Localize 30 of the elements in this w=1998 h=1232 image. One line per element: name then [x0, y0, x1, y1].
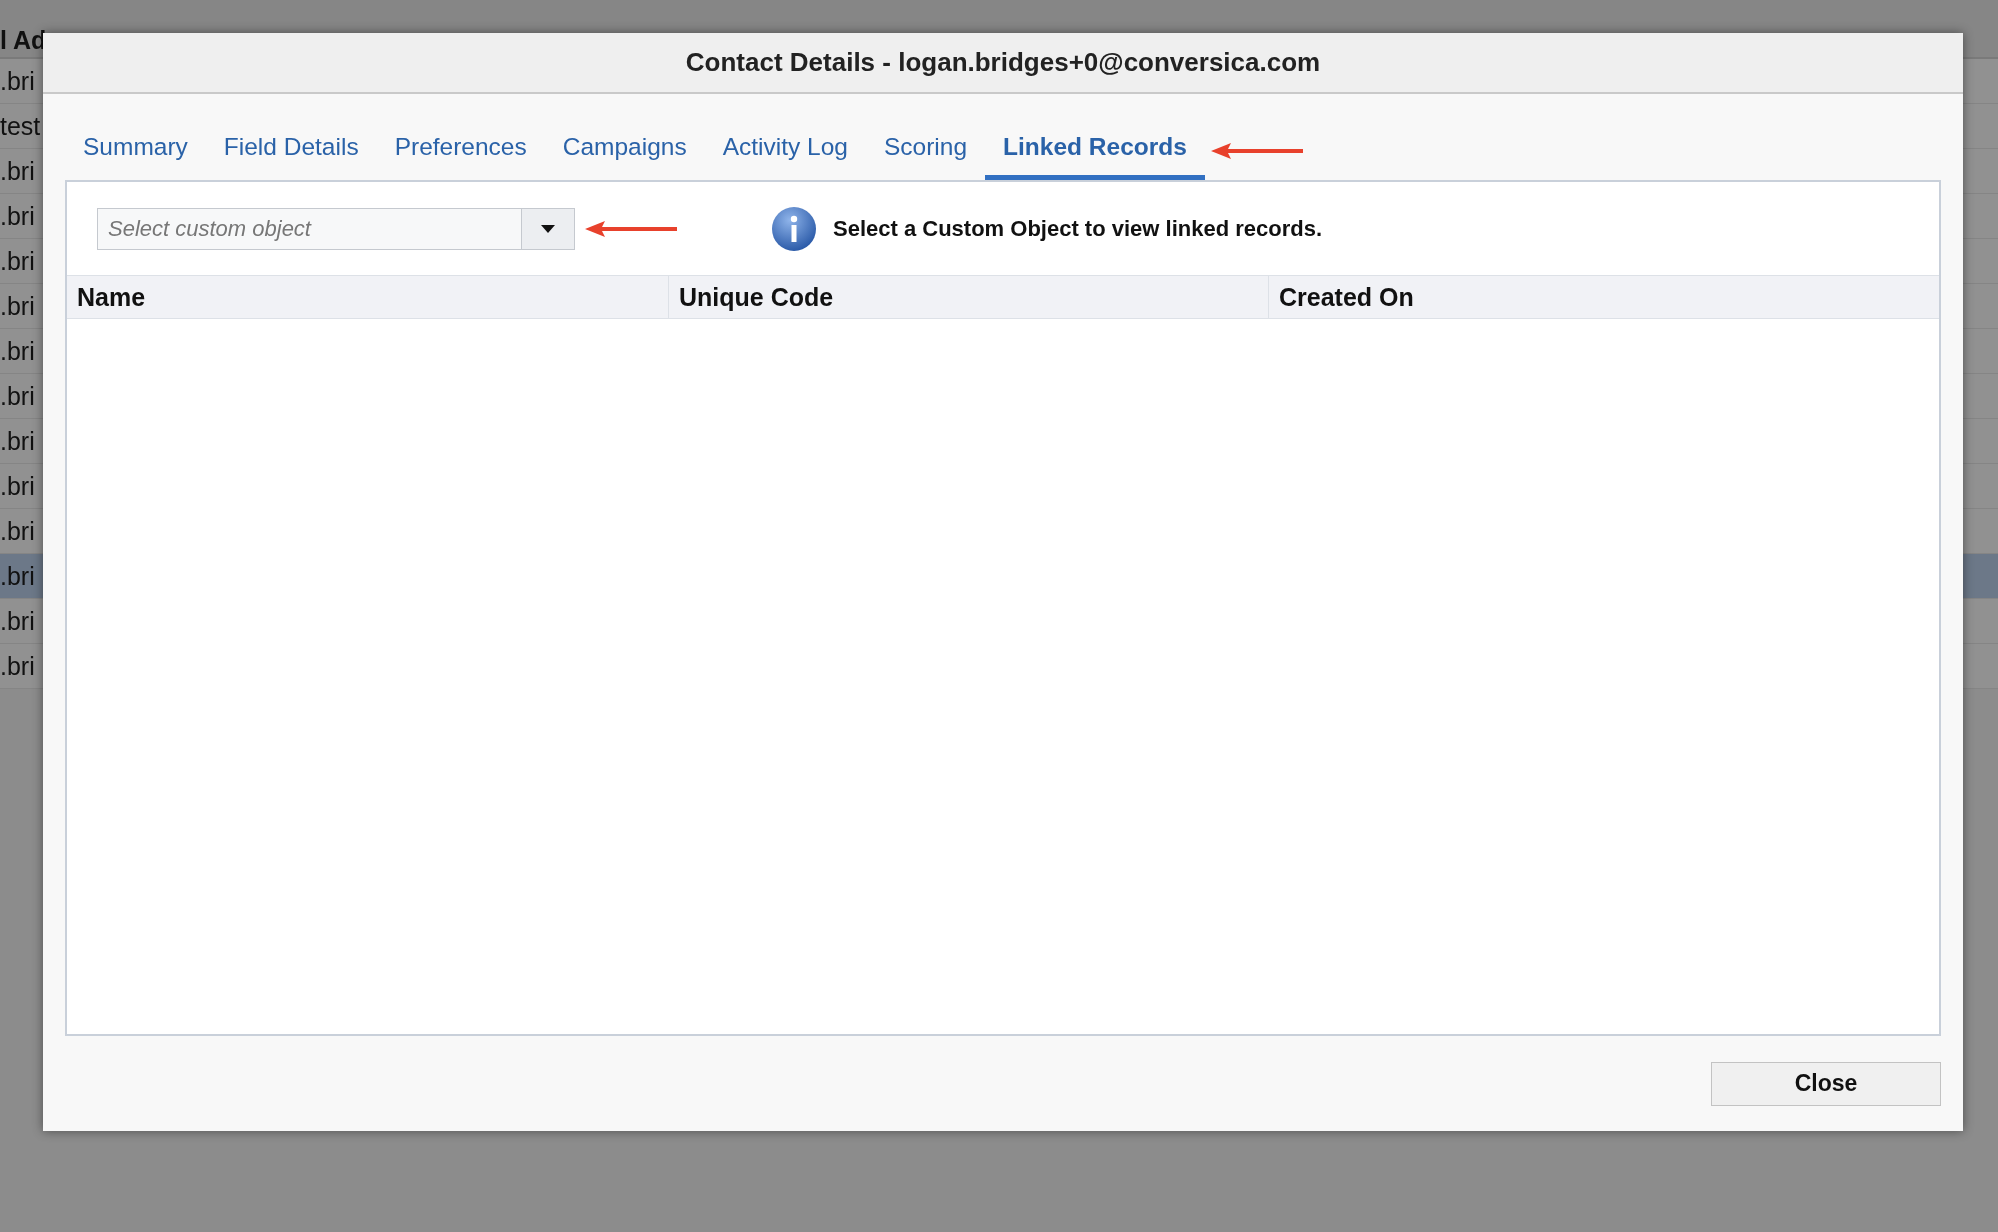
table-cell: .bri	[0, 156, 35, 186]
table-cell: .bri	[0, 246, 35, 276]
tab[interactable]: Scoring	[865, 133, 986, 180]
dropdown-button[interactable]	[521, 207, 575, 250]
table-cell: .bri	[0, 66, 35, 96]
tab[interactable]: Preferences	[376, 133, 545, 180]
tab[interactable]: Field Details	[205, 133, 377, 180]
tab[interactable]: Campaigns	[544, 133, 705, 180]
table-cell: .bri	[0, 381, 35, 411]
table-cell: .bri	[0, 291, 35, 321]
table-cell: .bri	[0, 201, 35, 231]
table-cell: .bri	[0, 516, 35, 546]
column-header: Created On	[1278, 281, 1415, 313]
column-header: Unique Code	[669, 276, 1269, 318]
table-cell: .bri	[0, 651, 35, 681]
column-header: Name	[67, 276, 669, 318]
tab[interactable]: Summary	[65, 133, 206, 180]
table-cell: test	[0, 111, 41, 141]
info-message: Select a Custom Object to view linked records.	[833, 215, 1323, 242]
table-cell: .bri	[0, 606, 35, 636]
table-cell: .bri	[0, 336, 35, 366]
custom-object-field[interactable]: Select custom object	[97, 207, 521, 250]
window-title: Contact Details - logan.bridges+0@conversica.com	[685, 47, 1321, 78]
close-button[interactable]: Close	[1711, 1061, 1941, 1106]
info-icon	[771, 205, 817, 252]
table-cell: .bri	[0, 426, 35, 456]
table-cell: .bri	[0, 471, 35, 501]
table-cell: .bri	[0, 561, 35, 591]
caret-icon	[540, 223, 556, 234]
tab[interactable]: Activity Log	[704, 133, 866, 180]
